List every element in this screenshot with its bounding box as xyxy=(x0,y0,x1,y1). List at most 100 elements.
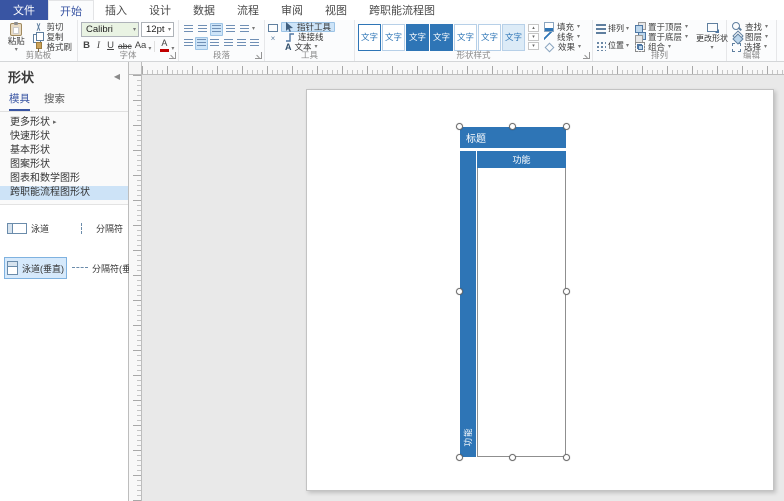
font-dialog-launcher[interactable] xyxy=(169,52,176,59)
ruler-corner xyxy=(129,62,142,75)
dropdown-arrow-icon: ▾ xyxy=(626,43,629,49)
tab-view[interactable]: 视图 xyxy=(314,0,358,20)
gallery-more-button[interactable]: ▾ xyxy=(528,42,539,50)
stencil-item-pattern-shapes[interactable]: 图案形状 xyxy=(0,158,128,172)
increase-indent-button[interactable] xyxy=(235,37,247,50)
change-shape-button[interactable]: 更改形状 ▾ xyxy=(694,22,730,52)
paste-button[interactable]: 粘贴 ▾ xyxy=(3,22,29,53)
shape-style-swatch[interactable]: 文字 xyxy=(430,24,453,51)
valign-middle-button[interactable] xyxy=(195,37,207,50)
bullets-button[interactable] xyxy=(182,23,195,36)
align-button[interactable]: 排列▾ xyxy=(596,22,629,35)
stencil-item-quick-shapes[interactable]: 快速形状 xyxy=(0,130,128,144)
fill-icon xyxy=(544,22,554,32)
align-center-button[interactable] xyxy=(210,23,223,36)
shapes-panel-title: 形状 xyxy=(8,67,34,86)
group-label-shape-styles: 形状样式 xyxy=(355,50,592,61)
shape-styles-dialog-launcher[interactable] xyxy=(583,52,590,59)
font-size-select[interactable]: 12pt▾ xyxy=(141,22,174,37)
align-right-icon xyxy=(226,25,235,33)
tab-stencils[interactable]: 模具 xyxy=(9,89,30,111)
shape-gallery: 泳道 分隔符 泳道(垂直) 分隔符(垂直) xyxy=(0,205,128,501)
rectangle-tool-icon[interactable] xyxy=(268,24,278,32)
selection-handle[interactable] xyxy=(563,454,570,461)
tab-file[interactable]: 文件 xyxy=(0,0,48,20)
tab-insert[interactable]: 插入 xyxy=(94,0,138,20)
separator-icon xyxy=(72,223,92,234)
dropdown-arrow-icon: ▾ xyxy=(168,27,171,33)
canvas-area: 标题 功能 功能 xyxy=(129,62,784,501)
stencil-item-chart-math-shapes[interactable]: 图表和数学图形 xyxy=(0,172,128,186)
drawing-page[interactable]: 标题 功能 功能 xyxy=(306,89,774,491)
tab-data[interactable]: 数据 xyxy=(182,0,226,20)
visio-window: 文件 开始 插入 设计 数据 流程 审阅 视图 跨职能流程图 粘贴 ▾ 剪切 复… xyxy=(0,0,784,501)
vertical-swimlane-shape[interactable]: 标题 功能 功能 xyxy=(460,127,566,457)
lane-body[interactable] xyxy=(477,168,566,457)
stencil-item-basic-shapes[interactable]: 基本形状 xyxy=(0,144,128,158)
drawing-canvas[interactable]: 标题 功能 功能 xyxy=(142,75,784,501)
swimlane-side-strip[interactable]: 功能 xyxy=(460,151,476,457)
selection-handle[interactable] xyxy=(509,454,516,461)
selection-handle[interactable] xyxy=(563,123,570,130)
shape-swimlane-vertical[interactable]: 泳道(垂直) xyxy=(4,257,67,279)
tab-review[interactable]: 审阅 xyxy=(270,0,314,20)
selection-handle[interactable] xyxy=(563,288,570,295)
decrease-indent-button[interactable] xyxy=(222,37,234,50)
valign-bottom-button[interactable] xyxy=(209,37,221,50)
tab-process[interactable]: 流程 xyxy=(226,0,270,20)
swimlane-side-label: 功能 xyxy=(462,427,474,446)
dropdown-arrow-icon: ▾ xyxy=(685,34,688,40)
stencil-item-more-shapes[interactable]: 更多形状▸ xyxy=(0,116,128,130)
connection-point-tool-icon[interactable]: × xyxy=(268,35,278,43)
paste-icon xyxy=(10,23,22,36)
line-spacing-button[interactable] xyxy=(249,37,261,50)
group-label-font: 字体 xyxy=(78,50,178,61)
dropdown-arrow-icon: ▾ xyxy=(577,24,580,30)
ribbon: 粘贴 ▾ 剪切 复制 格式刷 剪贴板 Calibri▾ 12pt▾ B I U xyxy=(0,20,784,62)
vertical-ruler[interactable] xyxy=(129,75,142,501)
text-direction-button[interactable] xyxy=(238,23,251,36)
selection-handle[interactable] xyxy=(456,454,463,461)
tab-search[interactable]: 搜索 xyxy=(44,89,65,111)
collapse-panel-icon[interactable]: ◀ xyxy=(114,72,120,81)
shape-style-swatch[interactable]: 文字 xyxy=(382,24,405,51)
position-icon xyxy=(596,41,606,51)
shape-style-swatch[interactable]: 文字 xyxy=(502,24,525,51)
workspace: 形状 ◀ 模具 搜索 更多形状▸ 快速形状 基本形状 图案形状 图表和数学图形 … xyxy=(0,62,784,501)
shape-style-swatch[interactable]: 文字 xyxy=(358,24,381,51)
dropdown-arrow-icon: ▾ xyxy=(685,24,688,30)
align-left-button[interactable] xyxy=(196,23,209,36)
tab-design[interactable]: 设计 xyxy=(138,0,182,20)
horizontal-ruler[interactable] xyxy=(142,62,784,75)
lane-header[interactable]: 功能 xyxy=(477,151,566,168)
align-right-button[interactable] xyxy=(224,23,237,36)
stencil-item-cross-functional-flowchart-shapes[interactable]: 跨职能流程图形状 xyxy=(0,186,128,200)
dropdown-arrow-icon: ▾ xyxy=(133,27,136,33)
group-shape-styles: 文字 文字 文字 文字 文字 文字 文字 ▴ ▾ ▾ 填充▾ 线条▾ 效果▾ xyxy=(355,20,593,61)
paragraph-dialog-launcher[interactable] xyxy=(255,52,262,59)
line-icon xyxy=(544,32,554,42)
group-arrange: 排列▾ 位置▾ 置于顶层▾ 置于底层▾ 组合▾ 更改形状 ▾ 排列 xyxy=(593,20,727,61)
group-tools: × 指针工具 连接线 A 文本 ▾ xyxy=(265,20,355,61)
selection-handle[interactable] xyxy=(456,288,463,295)
chevron-right-icon: ▸ xyxy=(53,116,57,130)
increase-indent-icon xyxy=(237,39,246,47)
shape-style-swatch[interactable]: 文字 xyxy=(478,24,501,51)
group-font: Calibri▾ 12pt▾ B I U abc Aa ▾ A ▾ 字体 xyxy=(78,20,179,61)
gallery-scroll-up-button[interactable]: ▴ xyxy=(528,24,539,32)
tab-home[interactable]: 开始 xyxy=(48,0,94,20)
swimlane-title-bar[interactable]: 标题 xyxy=(460,127,566,148)
valign-top-button[interactable] xyxy=(182,37,194,50)
shape-swimlane[interactable]: 泳道 xyxy=(4,217,67,239)
selection-handle[interactable] xyxy=(509,123,516,130)
swimlane-lane[interactable]: 功能 xyxy=(476,151,566,457)
gallery-scroll-down-button[interactable]: ▾ xyxy=(528,33,539,41)
group-clipboard: 粘贴 ▾ 剪切 复制 格式刷 剪贴板 xyxy=(0,20,78,61)
tab-cross-functional-flowchart[interactable]: 跨职能流程图 xyxy=(358,0,446,20)
shape-style-swatch[interactable]: 文字 xyxy=(406,24,429,51)
shape-style-swatch[interactable]: 文字 xyxy=(454,24,477,51)
selection-handle[interactable] xyxy=(456,123,463,130)
group-label-paragraph: 段落 xyxy=(179,50,264,61)
font-family-select[interactable]: Calibri▾ xyxy=(81,22,139,37)
stencil-list: 更多形状▸ 快速形状 基本形状 图案形状 图表和数学图形 跨职能流程图形状 xyxy=(0,112,128,202)
